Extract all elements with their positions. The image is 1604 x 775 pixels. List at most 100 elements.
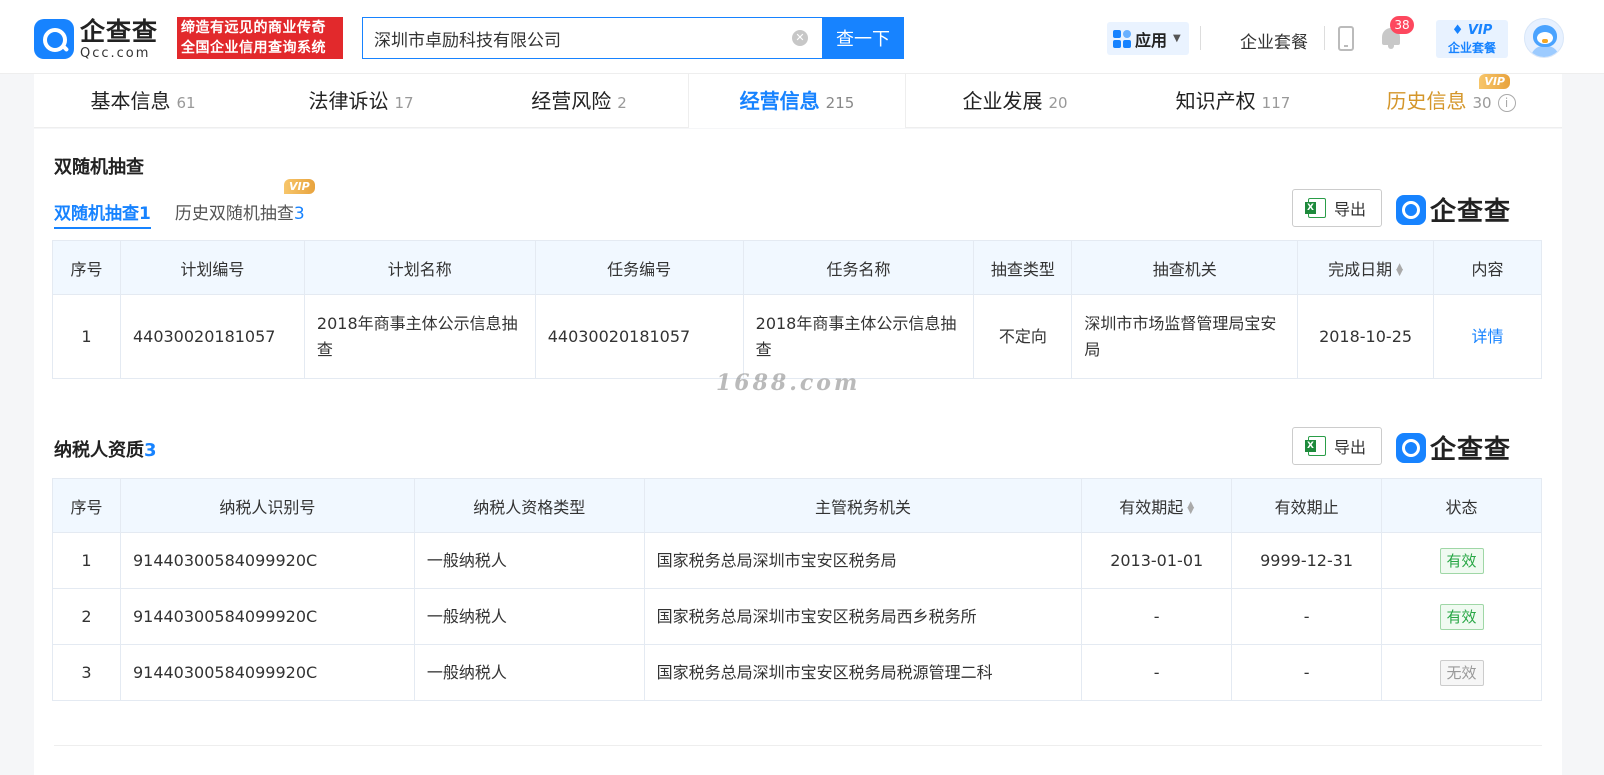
search-button[interactable]: 查一下 xyxy=(822,17,904,59)
col-header: 抽查类型 xyxy=(973,240,1073,295)
table-header-row: 序号 计划编号 计划名称 任务编号 任务名称 抽查类型 抽查机关 完成日期 ▲ ▼ … xyxy=(52,240,1542,295)
col-header: 任务编号 xyxy=(534,240,744,295)
section-divider xyxy=(54,745,1542,746)
subtab-history-random-check[interactable]: VIP 历史双随机抽查3 xyxy=(175,179,315,229)
sort-icon[interactable]: ▲ ▼ xyxy=(1396,263,1403,278)
col-header: 纳税人识别号 xyxy=(119,478,415,533)
tab-basic-info[interactable]: 基本信息 61 xyxy=(34,74,252,128)
mobile-phone-icon[interactable] xyxy=(1338,26,1354,51)
qcc-logo-icon xyxy=(34,19,74,59)
cell-no: 3 xyxy=(52,644,121,701)
col-header: 状态 xyxy=(1381,478,1542,533)
status-badge: 有效 xyxy=(1439,603,1484,630)
vip-tag: VIP xyxy=(1479,74,1510,89)
random-check-table: 序号 计划编号 计划名称 任务编号 任务名称 抽查类型 抽查机关 完成日期 ▲ ▼ … xyxy=(52,240,1542,379)
table-row: 3 91440300584099920C 一般纳税人 国家税务总局深圳市宝安区税… xyxy=(52,644,1542,701)
cell-no: 1 xyxy=(52,532,121,589)
logo-en-text: Qcc.com xyxy=(80,45,151,61)
detail-link[interactable]: 详情 xyxy=(1472,327,1504,346)
apps-menu-button[interactable]: 应用 ▼ xyxy=(1107,22,1189,55)
cell-authority: 深圳市市场监督管理局宝安局 xyxy=(1071,294,1299,379)
apps-label: 应用 xyxy=(1135,30,1168,50)
vip-tag: VIP xyxy=(284,179,315,194)
search-box: ✕ xyxy=(362,17,822,59)
subtab-random-check[interactable]: 双随机抽查1 xyxy=(54,199,151,229)
cell-taxpayer-id: 91440300584099920C xyxy=(119,644,415,701)
header-divider xyxy=(1324,26,1325,50)
excel-icon xyxy=(1304,198,1326,218)
col-header: 抽查机关 xyxy=(1071,240,1299,295)
main-panel: 双随机抽查 双随机抽查1 VIP 历史双随机抽查3 导出 企查查 序号 计划编号… xyxy=(34,129,1562,775)
vip-package-button[interactable]: ♦ VIP 企业套餐 xyxy=(1436,20,1508,58)
cell-plan-name: 2018年商事主体公示信息抽查 xyxy=(303,294,536,379)
tab-history[interactable]: VIP 历史信息 30 i xyxy=(1342,74,1560,128)
cell-valid-from: 2013-01-01 xyxy=(1081,532,1233,589)
cell-taxpayer-id: 91440300584099920C xyxy=(119,588,415,645)
qcc-logo-icon xyxy=(1396,194,1426,225)
logo-cn-text: 企查查 xyxy=(80,16,159,46)
tab-ip[interactable]: 知识产权 117 xyxy=(1124,74,1342,128)
cell-valid-to: - xyxy=(1231,588,1383,645)
tab-risk[interactable]: 经营风险 2 xyxy=(470,74,688,128)
export-button[interactable]: 导出 xyxy=(1292,427,1382,465)
info-icon[interactable]: i xyxy=(1497,93,1516,112)
clear-search-icon[interactable]: ✕ xyxy=(792,30,808,46)
col-header: 序号 xyxy=(52,478,121,533)
col-header-sortable[interactable]: 完成日期 ▲ ▼ xyxy=(1297,240,1435,295)
cell-task-no: 44030020181057 xyxy=(534,294,744,379)
cell-tax-authority: 国家税务总局深圳市宝安区税务局西乡税务所 xyxy=(643,588,1083,645)
cell-tax-authority: 国家税务总局深圳市宝安区税务局 xyxy=(643,532,1083,589)
company-tabs: 基本信息 61 法律诉讼 17 经营风险 2 经营信息 215 企业发展 20 知识产权 1… xyxy=(34,74,1562,128)
random-check-title: 双随机抽查 xyxy=(54,157,144,178)
qcc-brand-logo: 企查查 xyxy=(1396,191,1511,228)
cell-no: 1 xyxy=(52,294,121,379)
taxpayer-title: 纳税人资质3 xyxy=(54,440,157,461)
col-header-sortable[interactable]: 有效期起 ▲ ▼ xyxy=(1081,478,1233,533)
qcc-logo[interactable]: 企查查 Qcc.com xyxy=(34,17,172,61)
apps-grid-icon xyxy=(1113,29,1131,48)
col-header: 有效期止 xyxy=(1231,478,1383,533)
export-button[interactable]: 导出 xyxy=(1292,189,1382,227)
col-header: 任务名称 xyxy=(742,240,975,295)
tab-business-info[interactable]: 经营信息 215 xyxy=(688,74,906,128)
taxpayer-table: 序号 纳税人识别号 纳税人资格类型 主管税务机关 有效期起 ▲ ▼ 有效期止 状态 … xyxy=(52,478,1542,701)
cell-no: 2 xyxy=(52,588,121,645)
header-divider xyxy=(1200,26,1201,50)
tab-development[interactable]: 企业发展 20 xyxy=(906,74,1124,128)
col-header: 纳税人资格类型 xyxy=(413,478,645,533)
caret-down-icon: ▼ xyxy=(1173,33,1181,44)
col-header: 计划编号 xyxy=(119,240,305,295)
cell-task-name: 2018年商事主体公示信息抽查 xyxy=(742,294,975,379)
qcc-logo-icon xyxy=(1396,432,1426,463)
sort-icon[interactable]: ▲ ▼ xyxy=(1187,501,1194,516)
slogan-banner: 缔造有远见的商业传奇 全国企业信用查询系统 xyxy=(177,17,343,59)
notification-count-badge: 38 xyxy=(1390,16,1414,34)
table-row: 2 91440300584099920C 一般纳税人 国家税务总局深圳市宝安区税… xyxy=(52,588,1542,645)
enterprise-package-link[interactable]: 企业套餐 xyxy=(1240,28,1308,53)
excel-icon xyxy=(1304,436,1326,456)
col-header: 主管税务机关 xyxy=(643,478,1083,533)
table-row: 1 91440300584099920C 一般纳税人 国家税务总局深圳市宝安区税… xyxy=(52,532,1542,589)
vip-sub-label: 企业套餐 xyxy=(1447,41,1496,55)
cell-plan-no: 44030020181057 xyxy=(119,294,305,379)
col-header: 计划名称 xyxy=(303,240,536,295)
cell-check-type: 不定向 xyxy=(973,294,1073,379)
cell-date: 2018-10-25 xyxy=(1297,294,1435,379)
cell-valid-to: 9999-12-31 xyxy=(1231,532,1383,589)
cell-taxpayer-type: 一般纳税人 xyxy=(413,588,645,645)
top-header: 企查查 Qcc.com 缔造有远见的商业传奇 全国企业信用查询系统 ✕ 查一下 … xyxy=(0,0,1604,74)
cell-valid-from: - xyxy=(1081,644,1233,701)
cell-taxpayer-type: 一般纳税人 xyxy=(413,644,645,701)
slogan-line-2: 全国企业信用查询系统 xyxy=(181,40,326,56)
user-avatar[interactable] xyxy=(1524,18,1564,58)
table-header-row: 序号 纳税人识别号 纳税人资格类型 主管税务机关 有效期起 ▲ ▼ 有效期止 状态 xyxy=(52,478,1542,533)
vip-diamond-icon: ♦ xyxy=(1451,23,1468,38)
cell-tax-authority: 国家税务总局深圳市宝安区税务局税源管理二科 xyxy=(643,644,1083,701)
random-check-subtabs: 双随机抽查1 VIP 历史双随机抽查3 xyxy=(54,179,329,229)
status-badge: 无效 xyxy=(1439,659,1484,686)
table-row: 1 44030020181057 2018年商事主体公示信息抽查 4403002… xyxy=(52,294,1542,379)
tab-legal[interactable]: 法律诉讼 17 xyxy=(252,74,470,128)
cell-taxpayer-type: 一般纳税人 xyxy=(413,532,645,589)
search-input[interactable] xyxy=(363,18,783,58)
slogan-line-1: 缔造有远见的商业传奇 xyxy=(181,20,326,36)
